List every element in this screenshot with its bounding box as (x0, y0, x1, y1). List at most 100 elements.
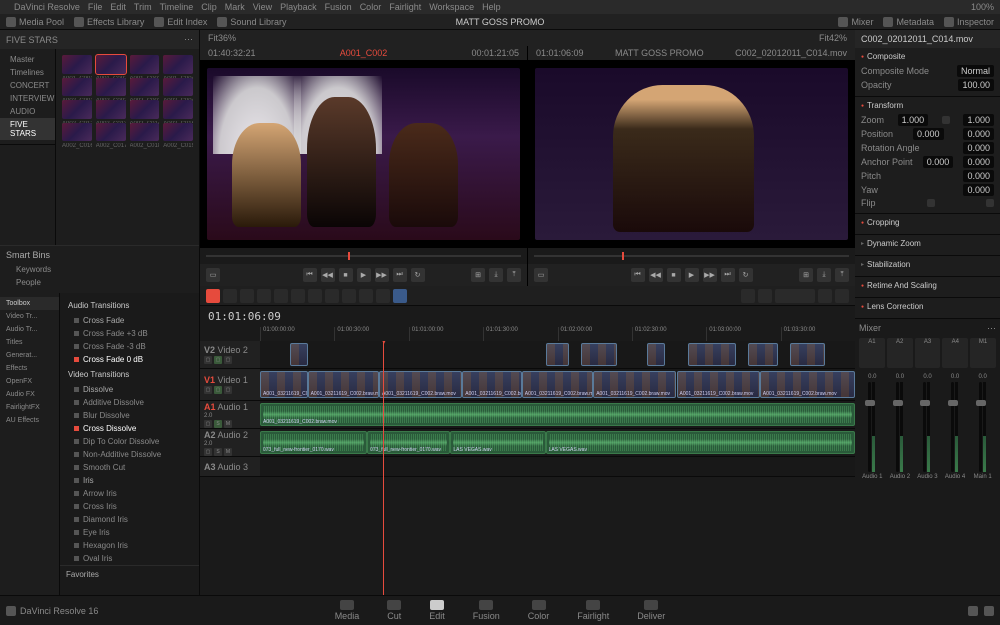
clip[interactable] (748, 343, 778, 366)
tl-tool-ripple[interactable] (342, 289, 356, 303)
fx-item[interactable]: Oval Iris (60, 552, 199, 565)
menu-fairlight[interactable]: Fairlight (389, 2, 421, 12)
clip[interactable] (688, 343, 736, 366)
pos-y[interactable]: 0.000 (963, 128, 994, 140)
tl-zoom-slider[interactable] (775, 289, 815, 303)
nav-fairlight[interactable]: Fairlight (565, 598, 621, 623)
src-play-btn[interactable]: ▶ (357, 268, 371, 282)
tl-zoom-in[interactable] (818, 289, 832, 303)
insp-transform-title[interactable]: Transform (861, 101, 994, 110)
fx-item[interactable]: Smooth Cut (60, 461, 199, 474)
menu-view[interactable]: View (253, 2, 272, 12)
inspector-toggle[interactable]: Inspector (944, 17, 994, 27)
bin-master[interactable]: Master (0, 53, 55, 66)
prg-loop-btn[interactable]: ↻ (739, 268, 753, 282)
src-first-btn[interactable]: ⏮ (303, 268, 317, 282)
fx-item[interactable]: Cross Fade 0 dB (60, 353, 199, 366)
insp-cropping[interactable]: Cropping (861, 218, 994, 227)
pos-x[interactable]: 0.000 (913, 128, 944, 140)
clip[interactable]: A001_03211619_C002.braw.mov (260, 371, 308, 398)
clip[interactable] (581, 343, 617, 366)
project-settings-icon[interactable] (968, 606, 978, 616)
bin-audio[interactable]: AUDIO (0, 105, 55, 118)
audio-clip[interactable]: LAS VEGAS.wav (546, 431, 855, 454)
flip-h-btn[interactable] (927, 199, 935, 207)
audio-clip[interactable]: LAS VEGAS.wav (450, 431, 545, 454)
menu-timeline[interactable]: Timeline (160, 2, 194, 12)
tl-tool-overwrite[interactable] (291, 289, 305, 303)
audio-clip[interactable]: 073_full_new-frontier_0170.wav (367, 431, 450, 454)
anchor-x[interactable]: 0.000 (923, 156, 954, 168)
prg-first-btn[interactable]: ⏮ (631, 268, 645, 282)
fx-cat-video[interactable]: Video Tr... (0, 310, 59, 323)
insp-composite-title[interactable]: Composite (861, 52, 994, 61)
audio-clip[interactable]: A001_03211619_C002.braw.mov (260, 403, 855, 426)
fx-item[interactable]: Cross Iris (60, 500, 199, 513)
nav-color[interactable]: Color (516, 598, 562, 623)
pitch-value[interactable]: 0.000 (963, 170, 994, 182)
insp-retime[interactable]: Retime And Scaling (861, 281, 994, 290)
fx-item[interactable]: Additive Dissolve (60, 396, 199, 409)
preferences-icon[interactable] (984, 606, 994, 616)
src-next-btn[interactable]: ▶▶ (375, 268, 389, 282)
clip-thumb[interactable] (62, 55, 92, 74)
tl-tool-blade[interactable] (257, 289, 271, 303)
clip-thumb[interactable] (130, 123, 160, 142)
prg-next-btn[interactable]: ▶▶ (703, 268, 717, 282)
bin-timelines[interactable]: Timelines (0, 66, 55, 79)
clip-thumb[interactable] (163, 55, 193, 74)
clip-thumb[interactable] (96, 123, 126, 142)
effects-library-toggle[interactable]: Effects Library (74, 17, 144, 27)
mix-ch[interactable]: A3 (915, 338, 941, 368)
tl-options[interactable] (835, 289, 849, 303)
clip[interactable]: A001_03211619_C002.braw.mov (760, 371, 855, 398)
menu-edit[interactable]: Edit (110, 2, 126, 12)
composite-mode[interactable]: Normal (957, 65, 994, 77)
fx-cat-gen[interactable]: Generat... (0, 349, 59, 362)
menu-fusion[interactable]: Fusion (325, 2, 352, 12)
nav-fusion[interactable]: Fusion (461, 598, 512, 623)
clip-thumb[interactable] (96, 78, 126, 97)
src-last-btn[interactable]: ⏭ (393, 268, 407, 282)
prg-mode-btn[interactable]: ▭ (534, 268, 548, 282)
src-prev-btn[interactable]: ◀◀ (321, 268, 335, 282)
prg-prev-btn[interactable]: ◀◀ (649, 268, 663, 282)
fx-item[interactable]: Blur Dissolve (60, 409, 199, 422)
bin-fivestars[interactable]: FIVE STARS (0, 118, 55, 140)
fx-cat-audio[interactable]: Audio Tr... (0, 323, 59, 336)
metadata-toggle[interactable]: Metadata (883, 17, 934, 27)
fader[interactable] (923, 382, 926, 472)
nav-cut[interactable]: Cut (375, 598, 413, 623)
tl-tool-replace[interactable] (308, 289, 322, 303)
bin-options-icon[interactable]: ⋯ (184, 34, 193, 45)
mix-ch[interactable]: M1 (970, 338, 996, 368)
fader[interactable] (896, 382, 899, 472)
fx-cat-effects[interactable]: Effects (0, 362, 59, 375)
smart-bin-keywords[interactable]: Keywords (6, 263, 193, 276)
fx-item[interactable]: Dip To Color Dissolve (60, 435, 199, 448)
tl-tool-select[interactable] (223, 289, 237, 303)
yaw-value[interactable]: 0.000 (963, 184, 994, 196)
clip-thumb[interactable] (96, 55, 126, 74)
app-name[interactable]: DaVinci Resolve (14, 2, 80, 12)
insp-stab[interactable]: Stabilization (861, 260, 994, 269)
tl-tool-trim[interactable] (240, 289, 254, 303)
bin-interview[interactable]: INTERVIEW (0, 92, 55, 105)
program-fit[interactable]: Fit (819, 33, 829, 43)
edit-index-toggle[interactable]: Edit Index (154, 17, 207, 27)
tl-tool-flag[interactable] (376, 289, 390, 303)
home-icon[interactable] (6, 606, 16, 616)
clip-thumb[interactable] (130, 55, 160, 74)
menu-file[interactable]: File (88, 2, 103, 12)
nav-deliver[interactable]: Deliver (625, 598, 677, 623)
clip[interactable]: A001_03211619_C002.braw.mov (379, 371, 462, 398)
fx-cat-au[interactable]: AU Effects (0, 414, 59, 427)
clip-thumb[interactable] (62, 78, 92, 97)
source-viewer-image[interactable] (200, 60, 527, 248)
clip-thumb[interactable] (62, 123, 92, 142)
track-a2[interactable]: A2 Audio 22.0▢SM 073_full_new-frontier_0… (200, 429, 855, 457)
prg-match-btn[interactable]: ⊞ (799, 268, 813, 282)
program-title[interactable]: MATT GOSS PROMO (615, 48, 704, 58)
fx-item[interactable]: Cross Dissolve (60, 422, 199, 435)
media-pool-toggle[interactable]: Media Pool (6, 17, 64, 27)
